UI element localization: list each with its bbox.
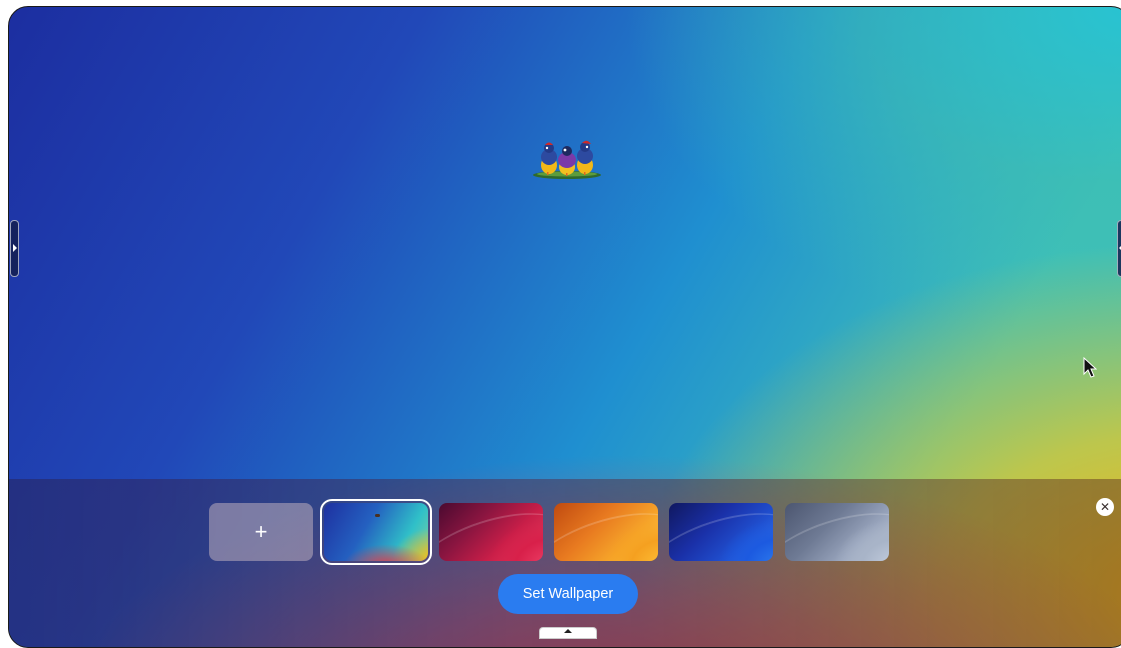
mini-logo-icon [375,514,380,517]
wallpaper-thumbnail-current[interactable] [320,499,432,565]
wallpaper-picker-panel: + Set Wallpaper ✕ [9,479,1121,647]
close-panel-button[interactable]: ✕ [1096,498,1114,516]
wallpaper-thumbnail-blue[interactable] [669,503,773,561]
chevron-up-icon[interactable] [539,627,597,639]
left-edge-handle[interactable] [10,220,19,277]
chevron-right-icon [13,244,17,252]
wallpaper-thumbnail-crimson[interactable] [439,503,543,561]
wallpaper-thumbnail-orange[interactable] [554,503,658,561]
close-icon: ✕ [1099,500,1111,514]
add-wallpaper-button[interactable]: + [209,503,313,561]
three-birds-logo-icon [533,140,601,179]
desktop-screen: + Set Wallpaper ✕ [8,6,1121,648]
mouse-pointer-icon [1083,357,1097,378]
right-edge-handle[interactable] [1117,220,1121,277]
set-wallpaper-button[interactable]: Set Wallpaper [498,574,638,614]
wallpaper-thumbnail-gray[interactable] [785,503,889,561]
